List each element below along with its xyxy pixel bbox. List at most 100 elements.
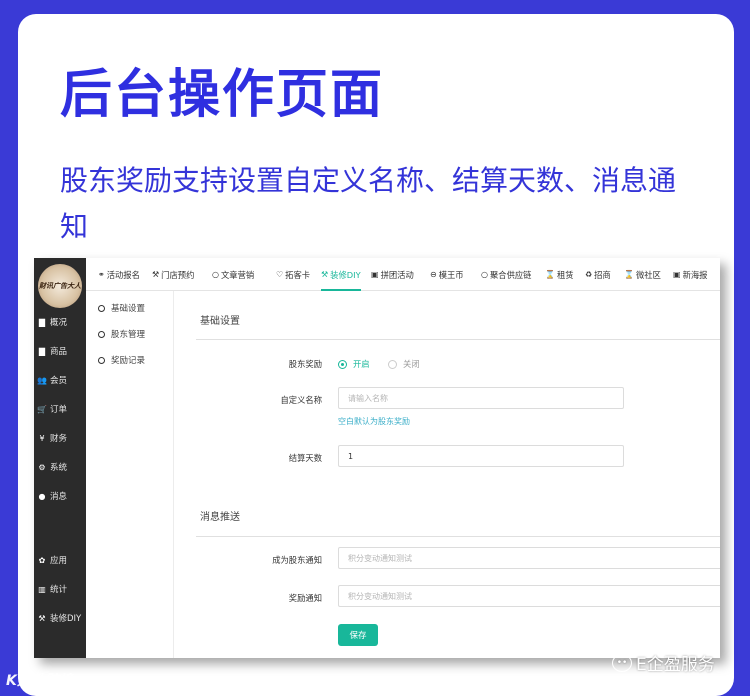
tab-label: 门店预约 xyxy=(161,269,195,280)
circle-icon: ○ xyxy=(481,270,488,279)
tab-label: 聚合供应链 xyxy=(489,269,532,280)
tab-item[interactable]: ▣ 新海报 xyxy=(673,258,707,291)
reward-notify-select[interactable]: 积分变动通知测试 xyxy=(338,585,720,607)
tab-label: 微社区 xyxy=(635,269,661,280)
sub-navigation: 基础设置 股东管理 奖励记录 xyxy=(86,291,174,658)
become-notify-label: 成为股东通知 xyxy=(272,555,322,565)
sidebar-item[interactable]: ▇ 概况 xyxy=(34,313,86,331)
reward-off-radio[interactable]: 关闭 xyxy=(388,358,420,370)
subnav-basic-settings[interactable]: 基础设置 xyxy=(98,301,145,315)
tab-item[interactable]: ○ 聚合供应链 xyxy=(481,258,531,291)
tab-label: 文章营销 xyxy=(220,269,255,280)
divider xyxy=(196,339,720,340)
sidebar-item-label: 概况 xyxy=(50,318,68,328)
circle-icon xyxy=(98,304,105,312)
sidebar-item[interactable]: ¥ 财务 xyxy=(34,429,86,447)
yen-icon: ¥ xyxy=(39,433,45,443)
recycle-icon: ♻ xyxy=(585,270,593,279)
chat-icon: ● xyxy=(38,491,46,501)
sidebar-item[interactable]: ▥ 统计 xyxy=(34,580,86,598)
main-panel: 基础设置 股东奖励 开启 关闭 自定义名称 请输入名称 空白默认为股东奖励 结算… xyxy=(174,291,720,658)
sidebar-item[interactable]: 👥 会员 xyxy=(34,371,86,389)
tab-label: 模王币 xyxy=(438,269,464,280)
tab-item[interactable]: ⚒ 门店预约 xyxy=(152,258,194,291)
tab-item[interactable]: ⚒ 装修DIY xyxy=(321,258,361,291)
radio-dot-icon xyxy=(388,359,397,369)
sidebar-item-label: 会员 xyxy=(50,376,68,386)
wechat-icon: •• xyxy=(612,653,632,672)
page-headline: 后台操作页面 xyxy=(60,65,385,125)
image-icon: ▣ xyxy=(371,270,379,279)
heart-icon: ♡ xyxy=(276,270,284,279)
circle-icon: ○ xyxy=(212,270,219,279)
tab-item[interactable]: ⚭ 活动报名 xyxy=(98,258,140,291)
hammer-icon: ⚒ xyxy=(38,613,46,623)
watermark-left: K大数跨境 xyxy=(6,673,73,689)
tab-label: 新海报 xyxy=(682,269,708,280)
goods-icon: ▇ xyxy=(38,346,46,356)
reward-notify-label: 奖励通知 xyxy=(288,593,322,603)
sidebar-item[interactable]: ⚒ 装修DIY xyxy=(34,609,86,627)
members-icon: 👥 xyxy=(37,375,47,385)
radio-dot-icon xyxy=(338,359,347,369)
sidebar-item-label: 消息 xyxy=(50,492,68,502)
tab-label: 招商 xyxy=(594,269,611,280)
save-button[interactable]: 保存 xyxy=(338,624,378,646)
sidebar-item-label: 财务 xyxy=(50,434,68,444)
apps-icon: ✿ xyxy=(38,555,46,565)
cart-icon: 🛒 xyxy=(37,404,47,414)
tab-item[interactable]: ⌛ 租赁 xyxy=(545,258,574,291)
tab-item[interactable]: ⊖ 模王币 xyxy=(430,258,464,291)
sidebar-item[interactable]: ● 消息 xyxy=(34,487,86,505)
top-tab-bar: ⚭ 活动报名 ⚒ 门店预约 ○ 文章营销 ♡ 拓客卡 ⚒ 装修DIY ▣ 拼团活动 ⊖ 模王币 ○ 聚合供应链… xyxy=(86,258,720,291)
sidebar-item-label: 订单 xyxy=(50,405,68,415)
push-section-title: 消息推送 xyxy=(200,512,240,523)
sidebar-item-label: 商品 xyxy=(50,347,68,357)
tab-label: 拼团活动 xyxy=(380,269,414,280)
brand-logo: 财讯广告大人 xyxy=(38,264,82,308)
tab-label: 拓客卡 xyxy=(285,269,311,280)
sidebar-item[interactable]: 🛒 订单 xyxy=(34,400,86,418)
hammer-icon: ⚒ xyxy=(321,270,329,279)
image-icon: ▣ xyxy=(673,270,681,279)
tab-label: 装修DIY xyxy=(330,269,361,280)
sidebar-item-label: 系统 xyxy=(50,463,68,473)
reward-label: 股东奖励 xyxy=(288,359,322,369)
basic-settings-title: 基础设置 xyxy=(200,316,240,327)
hammer-icon: ⚒ xyxy=(152,270,160,279)
custom-name-input[interactable]: 请输入名称 xyxy=(338,387,624,409)
sidebar-item-label: 应用 xyxy=(50,556,68,566)
link-icon: ⚭ xyxy=(98,270,105,279)
page-subline: 股东奖励支持设置自定义名称、结算天数、消息通知 xyxy=(60,164,677,243)
divider xyxy=(196,536,720,537)
circle-icon xyxy=(98,330,105,338)
hourglass-icon: ⌛ xyxy=(545,270,555,279)
tab-label: 活动报名 xyxy=(106,269,140,280)
sidebar-item[interactable]: ▇ 商品 xyxy=(34,342,86,360)
admin-screenshot: 财讯广告大人 ▇ 概况 ▇ 商品 👥 会员 🛒 订单 ¥ 财务 ⚙ 系统 ● 消息 ✿ 应用 ▥ 统计 ⚒ 装修DIY… xyxy=(34,258,720,658)
subnav-shareholder-management[interactable]: 股东管理 xyxy=(98,327,145,341)
sidebar-item[interactable]: ⚙ 系统 xyxy=(34,458,86,476)
tab-item[interactable]: ○ 文章营销 xyxy=(212,258,254,291)
bar-chart-icon: ▥ xyxy=(38,584,46,594)
reward-on-radio[interactable]: 开启 xyxy=(338,358,370,370)
hourglass-icon: ⌛ xyxy=(624,270,634,279)
gear-icon: ⚙ xyxy=(38,462,46,472)
custom-name-label: 自定义名称 xyxy=(280,395,323,405)
sidebar-item-label: 统计 xyxy=(50,585,68,595)
tab-item[interactable]: ▣ 拼团活动 xyxy=(371,258,414,291)
sidebar-item-label: 装修DIY xyxy=(50,614,82,624)
become-notify-select[interactable]: 积分变动通知测试 xyxy=(338,547,720,569)
settle-days-label: 结算天数 xyxy=(288,453,322,463)
watermark-right: •• E企盈服务 xyxy=(612,650,715,675)
tab-label: 租赁 xyxy=(556,269,574,280)
sidebar-item[interactable]: ✿ 应用 xyxy=(34,551,86,569)
tab-item[interactable]: ♡ 拓客卡 xyxy=(276,258,310,291)
circle-icon xyxy=(98,356,105,364)
tab-item[interactable]: ⌛ 微社区 xyxy=(624,258,661,291)
settle-days-input[interactable]: 1 xyxy=(338,445,624,467)
sidebar: 财讯广告大人 ▇ 概况 ▇ 商品 👥 会员 🛒 订单 ¥ 财务 ⚙ 系统 ● 消息 ✿ 应用 ▥ 统计 ⚒ 装修DIY xyxy=(34,258,86,658)
custom-name-hint: 空白默认为股东奖励 xyxy=(338,417,410,426)
subnav-reward-records[interactable]: 奖励记录 xyxy=(98,353,145,367)
tab-item[interactable]: ♻ 招商 xyxy=(585,258,611,291)
